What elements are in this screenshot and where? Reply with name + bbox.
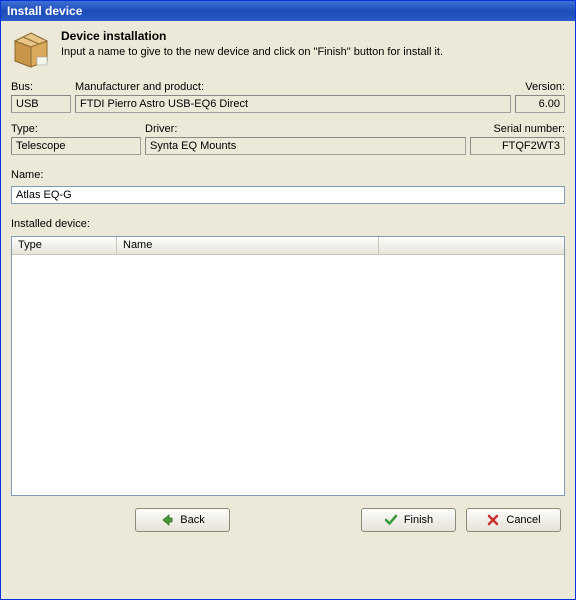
- cancel-button[interactable]: Cancel: [466, 508, 561, 532]
- close-icon: [486, 513, 500, 527]
- manufacturer-label: Manufacturer and product:: [75, 79, 511, 95]
- back-button-label: Back: [180, 514, 204, 526]
- type-field: Telescope: [11, 137, 141, 155]
- finish-button[interactable]: Finish: [361, 508, 456, 532]
- arrow-left-icon: [160, 513, 174, 527]
- check-icon: [384, 513, 398, 527]
- header-text: Device installation Input a name to give…: [61, 29, 443, 58]
- driver-label: Driver:: [145, 121, 466, 137]
- column-header-name[interactable]: Name: [117, 237, 379, 254]
- button-bar: Back Finish Cancel: [1, 496, 575, 546]
- bus-label: Bus:: [11, 79, 71, 95]
- table-header: Type Name: [12, 237, 564, 255]
- header-subtitle: Input a name to give to the new device a…: [61, 46, 443, 58]
- version-label: Version:: [515, 79, 565, 95]
- column-header-type[interactable]: Type: [12, 237, 117, 254]
- version-field: 6.00: [515, 95, 565, 113]
- header-panel: Device installation Input a name to give…: [1, 21, 575, 79]
- form-area: Bus: USB Manufacturer and product: FTDI …: [1, 79, 575, 496]
- finish-button-label: Finish: [404, 514, 433, 526]
- back-button[interactable]: Back: [135, 508, 230, 532]
- installed-section: Installed device: Type Name: [11, 216, 565, 496]
- name-section: Name:: [11, 167, 565, 204]
- type-label: Type:: [11, 121, 141, 137]
- bus-field: USB: [11, 95, 71, 113]
- name-label: Name:: [11, 167, 565, 183]
- installed-label: Installed device:: [11, 216, 565, 232]
- titlebar: Install device: [1, 1, 575, 21]
- serial-field: FTQF2WT3: [470, 137, 565, 155]
- cancel-button-label: Cancel: [506, 514, 540, 526]
- window-title: Install device: [7, 4, 82, 18]
- column-header-extra[interactable]: [379, 237, 564, 254]
- manufacturer-field: FTDI Pierro Astro USB-EQ6 Direct: [75, 95, 511, 113]
- installed-device-table[interactable]: Type Name: [11, 236, 565, 496]
- table-body: [12, 255, 564, 495]
- row-bus-mfg-ver: Bus: USB Manufacturer and product: FTDI …: [11, 79, 565, 113]
- name-input[interactable]: [11, 186, 565, 204]
- package-box-icon: [11, 29, 51, 69]
- install-device-dialog: Install device Device installation Input…: [0, 0, 576, 600]
- header-title: Device installation: [61, 29, 443, 43]
- driver-field: Synta EQ Mounts: [145, 137, 466, 155]
- row-type-drv-sn: Type: Telescope Driver: Synta EQ Mounts …: [11, 121, 565, 155]
- serial-label: Serial number:: [470, 121, 565, 137]
